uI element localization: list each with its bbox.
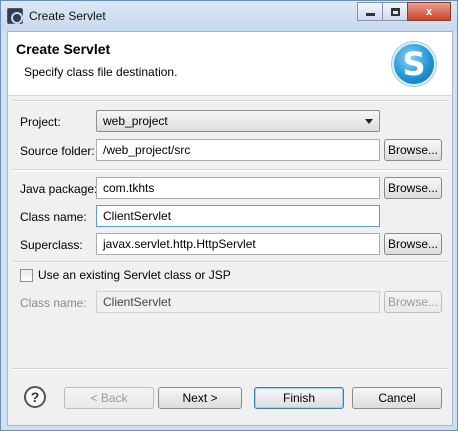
window-title: Create Servlet [29, 9, 106, 23]
maximize-icon [390, 7, 400, 16]
source-folder-label: Source folder: [20, 144, 95, 158]
use-existing-checkbox[interactable] [20, 269, 33, 282]
class-name-label: Class name: [20, 210, 87, 224]
section-divider-2 [12, 261, 448, 263]
servlet-logo-icon: S [392, 42, 436, 86]
source-folder-browse-button[interactable]: Browse... [384, 139, 442, 161]
existing-class-browse-button: Browse... [384, 291, 442, 313]
window-controls: x [357, 2, 451, 22]
banner-title: Create Servlet [16, 41, 111, 57]
button-bar-divider [12, 368, 448, 370]
use-existing-label[interactable]: Use an existing Servlet class or JSP [38, 268, 231, 282]
java-package-field[interactable]: com.tkhts [96, 177, 380, 199]
banner-divider [12, 100, 448, 102]
superclass-label: Superclass: [20, 238, 83, 252]
title-bar[interactable]: Create Servlet x [1, 1, 457, 31]
project-select[interactable]: web_project [96, 110, 380, 132]
logo-letter: S [402, 45, 426, 83]
next-button[interactable]: Next > [158, 387, 242, 409]
finish-button[interactable]: Finish [254, 387, 344, 409]
superclass-browse-button[interactable]: Browse... [384, 233, 442, 255]
superclass-field[interactable]: javax.servlet.http.HttpServlet [96, 233, 380, 255]
minimize-button[interactable] [357, 2, 383, 21]
project-label: Project: [20, 115, 61, 129]
class-name-field[interactable]: ClientServlet [96, 205, 380, 227]
wizard-banner: Create Servlet Specify class file destin… [8, 32, 452, 96]
dialog-body: Create Servlet Specify class file destin… [7, 31, 453, 426]
help-icon[interactable]: ? [24, 386, 46, 408]
cancel-button[interactable]: Cancel [352, 387, 442, 409]
section-divider-1 [12, 169, 448, 171]
eclipse-app-icon [7, 8, 23, 24]
banner-subtitle: Specify class file destination. [24, 65, 178, 79]
close-icon: x [425, 5, 433, 18]
project-select-value: web_project [103, 114, 168, 128]
existing-class-name-label: Class name: [20, 296, 87, 310]
back-button: < Back [64, 387, 154, 409]
java-package-browse-button[interactable]: Browse... [384, 177, 442, 199]
create-servlet-dialog: Create Servlet x Create Servlet Specify … [0, 0, 458, 431]
java-package-label: Java package: [20, 182, 98, 196]
existing-class-name-field: ClientServlet [96, 291, 380, 313]
close-button[interactable]: x [407, 2, 451, 21]
maximize-button[interactable] [382, 2, 408, 21]
source-folder-field[interactable]: /web_project/src [96, 139, 380, 161]
minimize-icon [365, 13, 375, 16]
chevron-down-icon [365, 119, 373, 124]
